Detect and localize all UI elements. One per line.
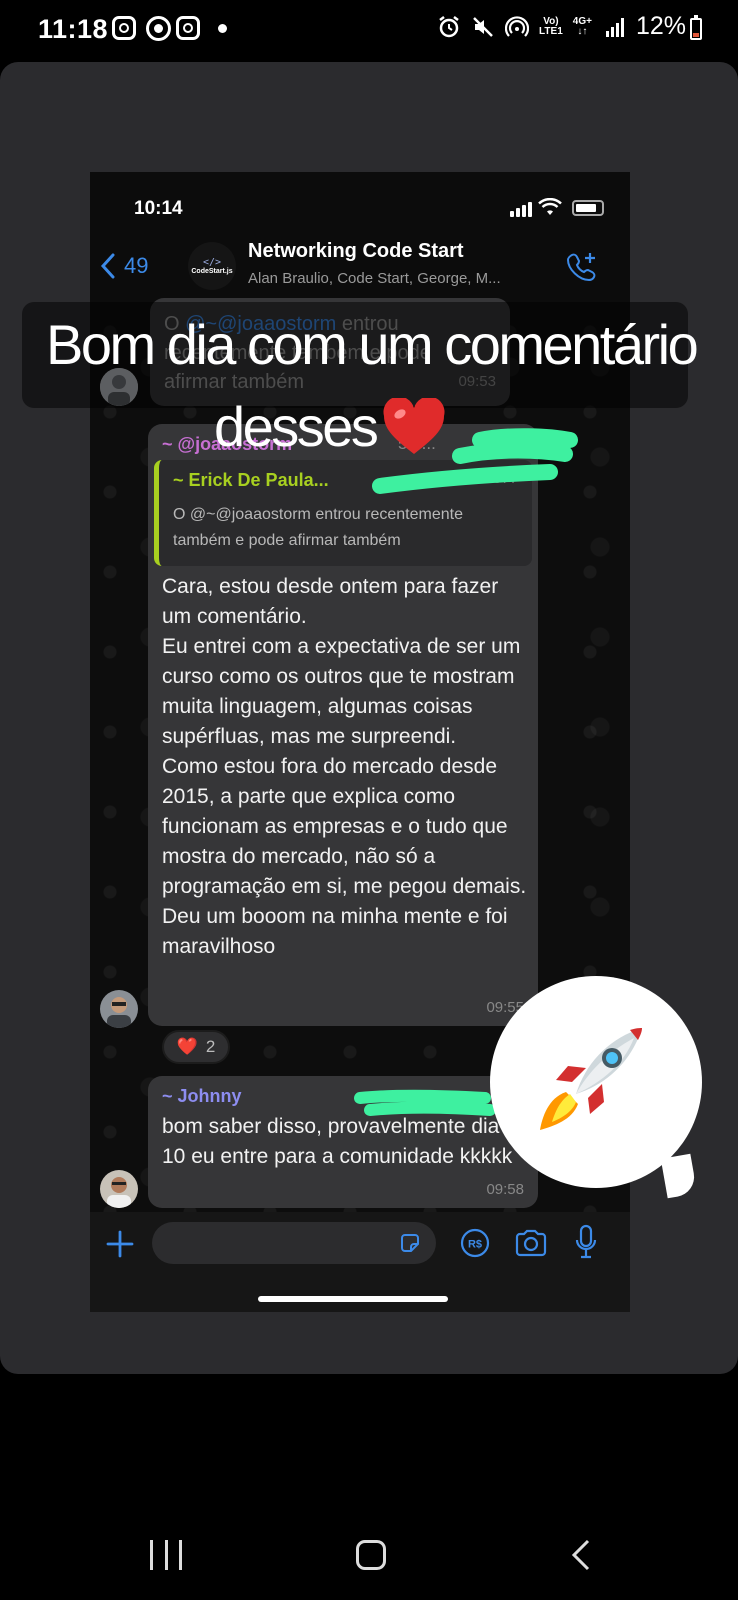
message-bubble[interactable]: ~ @joaaostorm 53 ... ~ Erick De Paula...… [148, 424, 538, 1026]
signal-icon [602, 15, 626, 39]
add-call-icon[interactable] [566, 250, 598, 282]
back-icon[interactable] [568, 1538, 594, 1572]
group-avatar[interactable]: </> CodeStart.js [188, 242, 236, 290]
group-members: Alan Braulio, Code Start, George, M... [248, 270, 501, 287]
ios-signal-icon [510, 202, 532, 217]
sender-name[interactable]: ~ Johnny [162, 1086, 242, 1107]
alarm-icon [437, 15, 461, 39]
chat-header: 49 </> CodeStart.js Networking Code Star… [90, 234, 630, 306]
rocket-emoji-icon [540, 1028, 642, 1130]
group-avatar-text: CodeStart.js [191, 268, 233, 275]
chevron-left-icon [100, 253, 115, 279]
story-caption-box[interactable]: Bom dia com um comentário [22, 302, 699, 408]
ios-home-indicator [258, 1296, 448, 1302]
home-icon[interactable] [356, 1540, 386, 1570]
sticker-icon[interactable] [398, 1231, 422, 1255]
payment-icon[interactable]: R$ [460, 1228, 490, 1258]
group-title[interactable]: Networking Code Start [248, 240, 464, 263]
data-arrows-icon: ↓↑ [577, 25, 588, 37]
quoted-sender: ~ Erick De Paula... [173, 470, 329, 490]
instagram-icon [176, 16, 200, 40]
4g-indicator: 4G+ ↓↑ [572, 15, 592, 37]
sender-avatar[interactable] [100, 990, 138, 1028]
status-time: 11:18 [38, 14, 109, 44]
notification-dot-icon [218, 24, 227, 33]
android-nav-bar [0, 1510, 738, 1600]
mute-icon [471, 15, 495, 39]
unread-count: 49 [124, 253, 149, 278]
ios-status-time: 10:14 [134, 198, 183, 219]
redaction-scribble [372, 428, 578, 494]
message-composer: R$ [90, 1212, 630, 1312]
heart-icon: ❤️ [176, 1037, 198, 1056]
hotspot-icon [504, 15, 530, 39]
status-right-icons: Vo) LTE1 4G+ ↓↑ 12% [437, 12, 686, 41]
battery-icon [690, 15, 702, 40]
rocket-sticker[interactable] [490, 976, 702, 1188]
redaction-scribble [354, 1089, 496, 1116]
message-input[interactable] [152, 1222, 436, 1264]
battery-percent: 12% [635, 12, 686, 40]
ios-battery-icon [572, 200, 604, 216]
reaction-count: 2 [205, 1037, 216, 1056]
plus-icon[interactable] [104, 1228, 136, 1260]
story-caption-line2: desses [214, 395, 379, 458]
reaction-badge[interactable]: ❤️ 2 [162, 1030, 230, 1064]
back-button[interactable]: 49 [100, 252, 148, 280]
android-status-bar: 11:18 Vo) LTE1 4G+ ↓↑ 12% [0, 0, 738, 60]
message-text: Cara, estou desde ontem para fazer um co… [162, 575, 527, 958]
camera-icon[interactable] [514, 1228, 548, 1258]
microphone-icon[interactable] [574, 1224, 598, 1260]
recent-apps-icon[interactable] [150, 1540, 182, 1570]
code-icon: </> [202, 257, 222, 268]
chrome-icon [146, 16, 171, 41]
message-time: 09:58 [486, 1181, 524, 1198]
4g-label: 4G+ [572, 15, 592, 27]
instagram-icon [112, 16, 136, 40]
volte-indicator: Vo) LTE1 [539, 15, 563, 37]
lte-label: LTE1 [539, 25, 563, 37]
volte-label: Vo) [543, 15, 559, 27]
quoted-text: O @~@joaaostorm entrou recentemente tamb… [173, 506, 463, 549]
story-caption-line1: Bom dia com um comentário [46, 313, 699, 376]
sender-avatar[interactable] [100, 1170, 138, 1208]
svg-text:R$: R$ [468, 1239, 482, 1251]
ios-wifi-icon [538, 198, 562, 215]
